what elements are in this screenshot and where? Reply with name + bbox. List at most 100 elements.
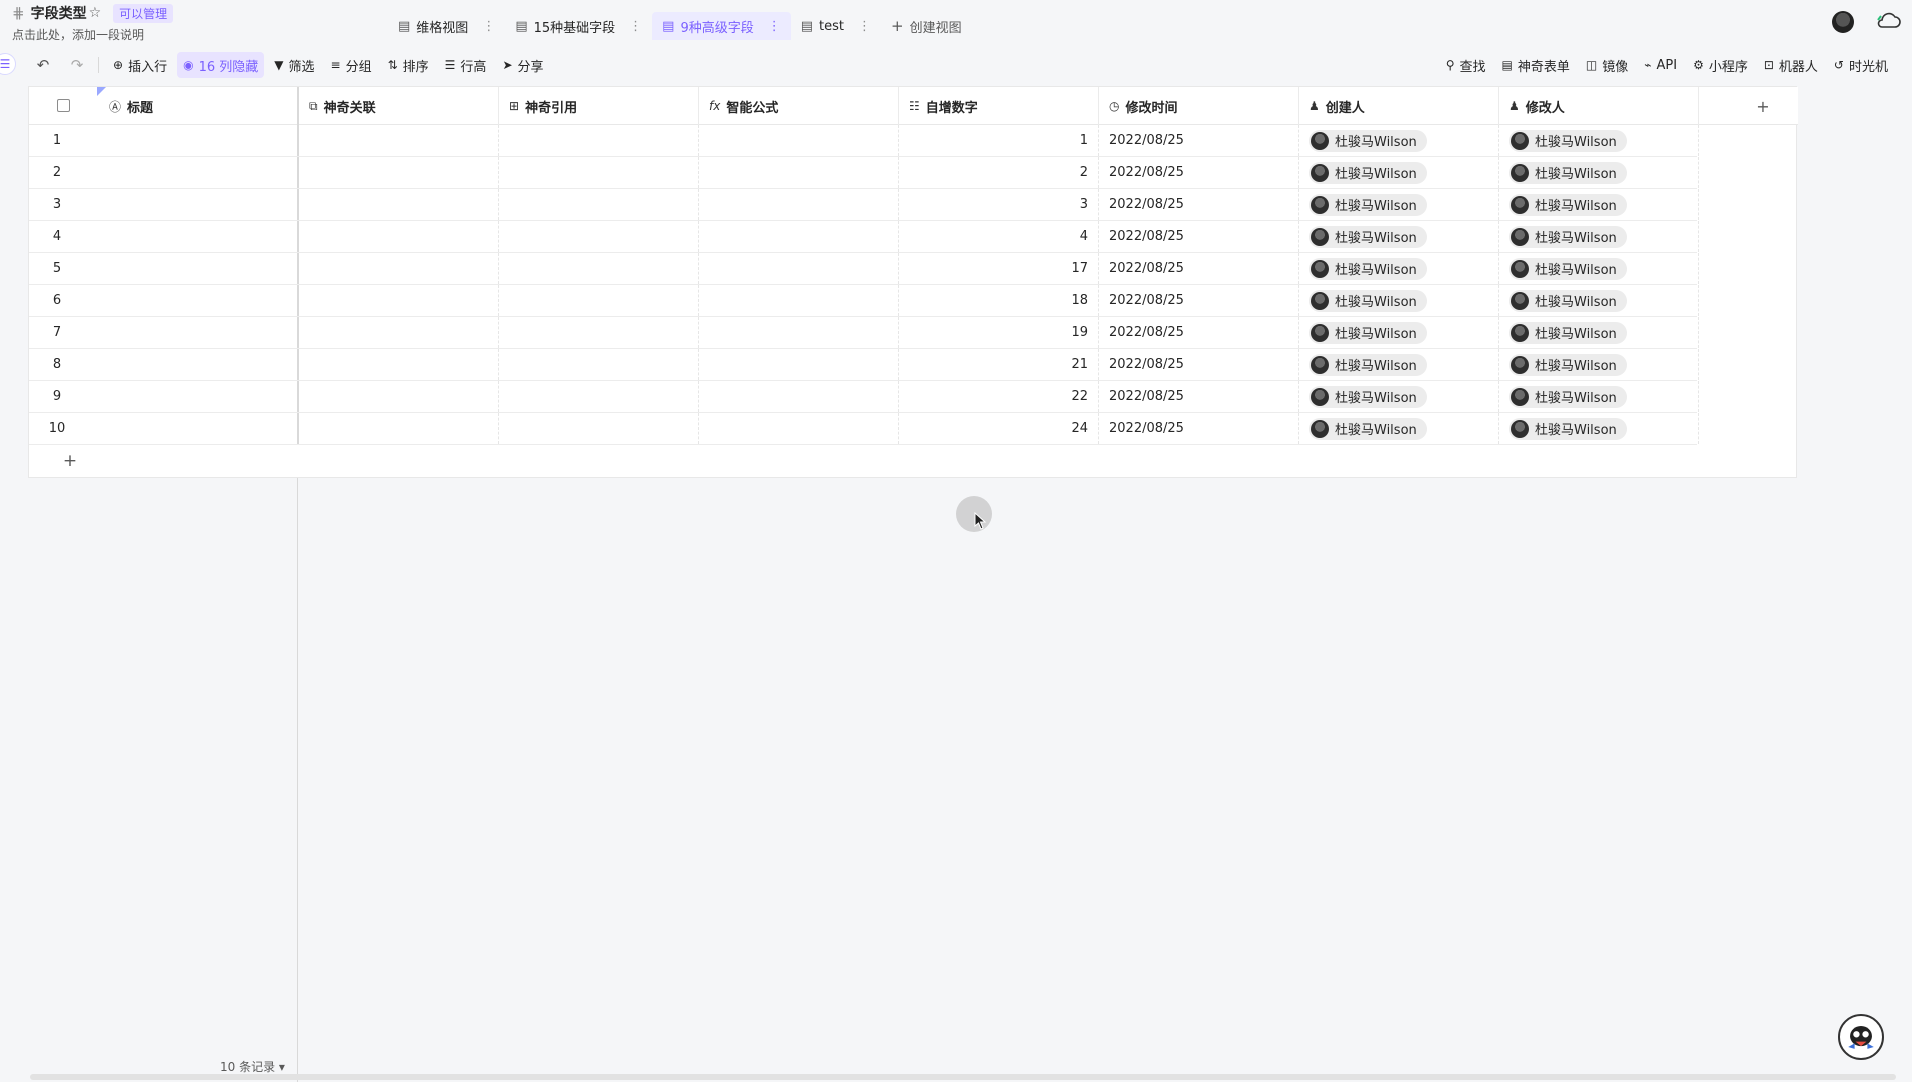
creator-cell[interactable]: 杜骏马Wilson <box>1299 349 1499 380</box>
modified-time-cell[interactable]: 2022/08/25 <box>1099 189 1299 220</box>
autonumber-cell[interactable]: 3 <box>899 189 1099 220</box>
autonumber-cell[interactable]: 18 <box>899 285 1099 316</box>
form-button[interactable]: ▤ 神奇表单 <box>1496 52 1576 78</box>
autonumber-cell[interactable]: 2 <box>899 157 1099 188</box>
modified-time-cell[interactable]: 2022/08/25 <box>1099 157 1299 188</box>
link-cell[interactable] <box>299 349 499 380</box>
table-row[interactable]: 8 21 2022/08/25 杜骏马Wilson 杜骏马Wilson <box>29 349 1699 381</box>
formula-cell[interactable] <box>699 381 899 412</box>
header-cell-modified-time[interactable]: ◷ 修改时间 <box>1099 87 1299 125</box>
redo-button[interactable]: ↷ <box>62 52 92 78</box>
creator-cell[interactable]: 杜骏马Wilson <box>1299 413 1499 444</box>
row-height-button[interactable]: ☰ 行高 <box>439 52 493 78</box>
row-index-cell[interactable]: 3 <box>29 189 85 220</box>
modifier-cell[interactable]: 杜骏马Wilson <box>1499 157 1699 188</box>
modifier-cell[interactable]: 杜骏马Wilson <box>1499 189 1699 220</box>
row-index-cell[interactable]: 4 <box>29 221 85 252</box>
link-cell[interactable] <box>299 125 499 156</box>
cloud-sync-icon[interactable] <box>1876 12 1902 30</box>
row-index-cell[interactable]: 8 <box>29 349 85 380</box>
table-row[interactable]: 6 18 2022/08/25 杜骏马Wilson 杜骏马Wilson <box>29 285 1699 317</box>
modified-time-cell[interactable]: 2022/08/25 <box>1099 381 1299 412</box>
member-tag[interactable]: 杜骏马Wilson <box>1309 129 1427 152</box>
lookup-cell[interactable] <box>499 189 699 220</box>
member-tag[interactable]: 杜骏马Wilson <box>1309 225 1427 248</box>
creator-cell[interactable]: 杜骏马Wilson <box>1299 157 1499 188</box>
modified-time-cell[interactable]: 2022/08/25 <box>1099 125 1299 156</box>
modified-time-cell[interactable]: 2022/08/25 <box>1099 253 1299 284</box>
table-row[interactable]: 9 22 2022/08/25 杜骏马Wilson 杜骏马Wilson <box>29 381 1699 413</box>
member-tag[interactable]: 杜骏马Wilson <box>1309 417 1427 440</box>
row-index-cell[interactable]: 7 <box>29 317 85 348</box>
creator-cell[interactable]: 杜骏马Wilson <box>1299 253 1499 284</box>
add-row-button[interactable]: + <box>59 449 81 473</box>
member-tag[interactable]: 杜骏马Wilson <box>1509 257 1627 280</box>
autonumber-cell[interactable]: 21 <box>899 349 1099 380</box>
lookup-cell[interactable] <box>499 157 699 188</box>
star-icon[interactable]: ☆ <box>89 5 102 21</box>
timemachine-button[interactable]: ↺ 时光机 <box>1828 52 1894 78</box>
sidebar-toggle-icon[interactable]: ☰ <box>0 53 16 75</box>
member-tag[interactable]: 杜骏马Wilson <box>1509 353 1627 376</box>
creator-cell[interactable]: 杜骏马Wilson <box>1299 125 1499 156</box>
modifier-cell[interactable]: 杜骏马Wilson <box>1499 349 1699 380</box>
member-tag[interactable]: 杜骏马Wilson <box>1309 385 1427 408</box>
member-tag[interactable]: 杜骏马Wilson <box>1509 193 1627 216</box>
lookup-cell[interactable] <box>499 317 699 348</box>
lookup-cell[interactable] <box>499 253 699 284</box>
group-button[interactable]: ≡ 分组 <box>325 52 378 78</box>
formula-cell[interactable] <box>699 253 899 284</box>
header-cell-autonumber[interactable]: ☷ 自增数字 <box>899 87 1099 125</box>
undo-button[interactable]: ↶ <box>28 52 58 78</box>
datasheet-description[interactable]: 点击此处，添加一段说明 <box>12 26 173 43</box>
modifier-cell[interactable]: 杜骏马Wilson <box>1499 413 1699 444</box>
member-tag[interactable]: 杜骏马Wilson <box>1309 257 1427 280</box>
creator-cell[interactable]: 杜骏马Wilson <box>1299 285 1499 316</box>
creator-cell[interactable]: 杜骏马Wilson <box>1299 317 1499 348</box>
row-index-cell[interactable]: 6 <box>29 285 85 316</box>
formula-cell[interactable] <box>699 189 899 220</box>
link-cell[interactable] <box>299 221 499 252</box>
modifier-cell[interactable]: 杜骏马Wilson <box>1499 317 1699 348</box>
record-count[interactable]: 10 条记录 ▾ <box>220 1058 285 1075</box>
tab-view-0[interactable]: ▤ 维格视图 ⋮ <box>388 12 505 40</box>
search-button[interactable]: ⚲ 查找 <box>1440 52 1492 78</box>
autonumber-cell[interactable]: 4 <box>899 221 1099 252</box>
member-tag[interactable]: 杜骏马Wilson <box>1309 289 1427 312</box>
horizontal-scrollbar[interactable] <box>30 1074 1896 1080</box>
hidden-columns-button[interactable]: ◉ 16 列隐藏 <box>177 52 265 78</box>
user-avatar[interactable] <box>1832 11 1854 33</box>
table-row[interactable]: 10 24 2022/08/25 杜骏马Wilson 杜骏马Wilson <box>29 413 1699 445</box>
more-vertical-icon[interactable]: ⋮ <box>629 19 642 34</box>
row-index-cell[interactable]: 2 <box>29 157 85 188</box>
creator-cell[interactable]: 杜骏马Wilson <box>1299 221 1499 252</box>
lookup-cell[interactable] <box>499 381 699 412</box>
header-cell-lookup[interactable]: ⊞ 神奇引用 <box>499 87 699 125</box>
autonumber-cell[interactable]: 24 <box>899 413 1099 444</box>
datasheet-title[interactable]: 字段类型 <box>31 3 87 23</box>
link-cell[interactable] <box>299 413 499 444</box>
select-all-checkbox[interactable] <box>57 99 70 112</box>
modified-time-cell[interactable]: 2022/08/25 <box>1099 349 1299 380</box>
share-button[interactable]: ➤ 分享 <box>496 52 549 78</box>
robot-button[interactable]: ⊡ 机器人 <box>1758 52 1824 78</box>
member-tag[interactable]: 杜骏马Wilson <box>1509 225 1627 248</box>
row-index-cell[interactable]: 1 <box>29 125 85 156</box>
link-cell[interactable] <box>299 317 499 348</box>
creator-cell[interactable]: 杜骏马Wilson <box>1299 381 1499 412</box>
member-tag[interactable]: 杜骏马Wilson <box>1509 385 1627 408</box>
mirror-button[interactable]: ◫ 镜像 <box>1580 52 1634 78</box>
member-tag[interactable]: 杜骏马Wilson <box>1509 321 1627 344</box>
formula-cell[interactable] <box>699 125 899 156</box>
formula-cell[interactable] <box>699 317 899 348</box>
tab-view-1[interactable]: ▤ 15种基础字段 ⋮ <box>505 12 652 40</box>
row-index-cell[interactable]: 5 <box>29 253 85 284</box>
header-cell-modifier[interactable]: ♟ 修改人 <box>1499 87 1699 125</box>
tab-view-3[interactable]: ▤ test ⋮ <box>791 12 881 40</box>
lookup-cell[interactable] <box>499 221 699 252</box>
autonumber-cell[interactable]: 19 <box>899 317 1099 348</box>
modifier-cell[interactable]: 杜骏马Wilson <box>1499 125 1699 156</box>
formula-cell[interactable] <box>699 157 899 188</box>
table-row[interactable]: 5 17 2022/08/25 杜骏马Wilson 杜骏马Wilson <box>29 253 1699 285</box>
member-tag[interactable]: 杜骏马Wilson <box>1309 353 1427 376</box>
